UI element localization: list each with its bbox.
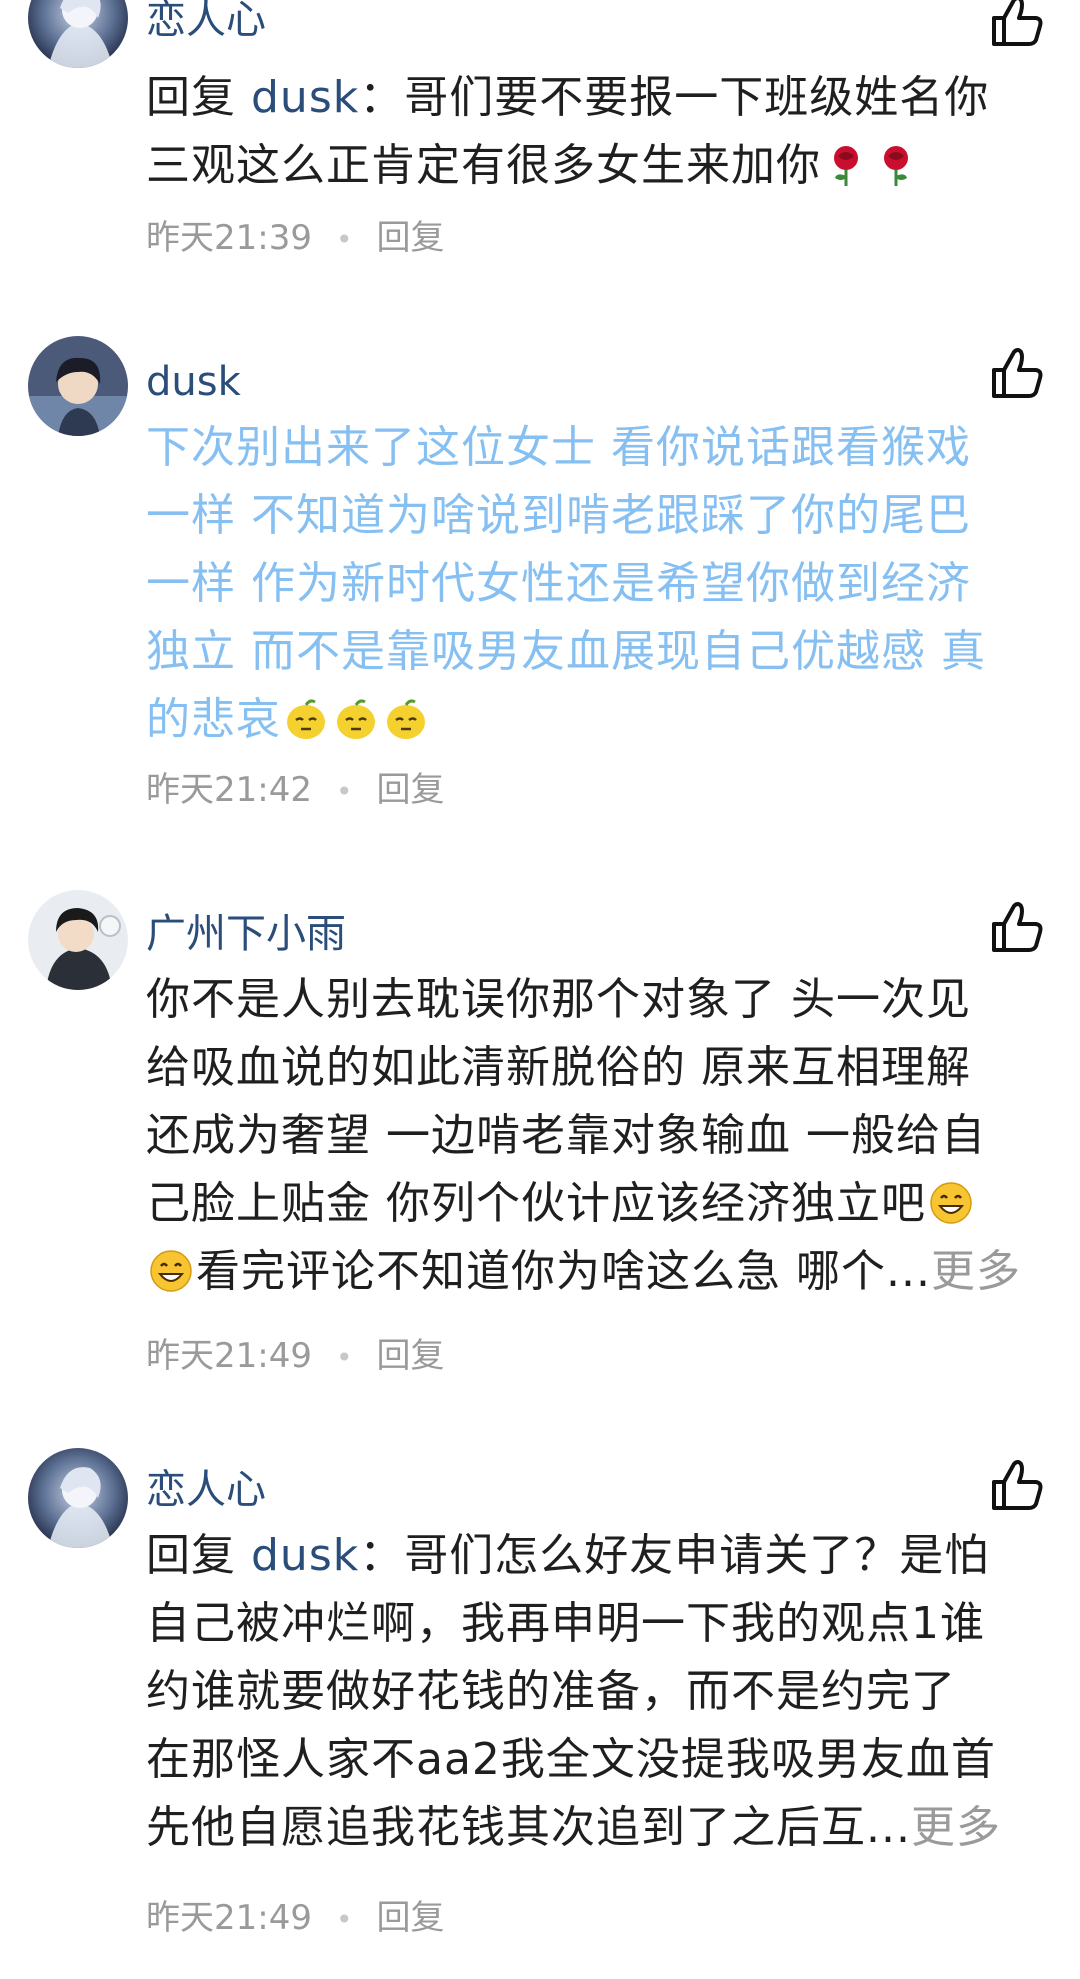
reply-prefix: 回复	[146, 72, 251, 123]
separator-dot: •	[335, 1903, 353, 1936]
avatar[interactable]	[28, 336, 128, 436]
more-link[interactable]: 更多	[911, 1802, 1001, 1853]
separator-dot: •	[335, 775, 353, 808]
comment-line: 先他自愿追我花钱其次追到了之后互...	[146, 1802, 911, 1853]
lemon-face-icon	[383, 696, 429, 742]
anime-dark-hair-avatar-icon	[28, 336, 128, 436]
thumbs-up-icon	[992, 902, 1043, 952]
comment-line: 约谁就要做好花钱的准备，而不是约完了	[146, 1666, 956, 1717]
grin-icon	[148, 1248, 194, 1294]
reply-button[interactable]: 回复	[377, 1336, 445, 1376]
comment-line: 给吸血说的如此清新脱俗的 原来互相理解	[146, 1042, 971, 1093]
rose-icon	[873, 142, 919, 188]
comment-meta: 昨天21:49 • 回复	[146, 1334, 445, 1380]
separator-dot: •	[335, 223, 353, 256]
comment-text: 回复 dusk：哥们怎么好友申请关了？是怕 自己被冲烂啊，我再申明一下我的观点1…	[146, 1522, 1051, 1862]
separator-dot: •	[335, 1341, 353, 1374]
comment-item: 恋人心 回复 dusk：哥们要不要报一下班级姓名你 三观这么正肯定有很多女生来加…	[0, 0, 1080, 260]
reply-to-user[interactable]: dusk	[251, 72, 359, 123]
anime-white-hair-avatar-icon	[28, 1448, 128, 1548]
like-button[interactable]	[988, 898, 1046, 956]
username[interactable]: 恋人心	[146, 1464, 266, 1516]
avatar[interactable]	[28, 0, 128, 68]
comment-line: 一样 不知道为啥说到啃老跟踩了你的尾巴	[146, 490, 971, 541]
reply-prefix: 回复	[146, 1530, 251, 1581]
comment-line: 己脸上贴金 你列个伙计应该经济独立吧	[146, 1178, 926, 1229]
timestamp: 昨天21:42	[146, 770, 312, 810]
comment-item: 广州下小雨 你不是人别去耽误你那个对象了 头一次见 给吸血说的如此清新脱俗的 原…	[0, 890, 1080, 1380]
reply-button[interactable]: 回复	[377, 218, 445, 258]
comment-text: 回复 dusk：哥们要不要报一下班级姓名你 三观这么正肯定有很多女生来加你	[146, 64, 1051, 200]
thumbs-up-icon	[992, 348, 1043, 398]
reply-to-user[interactable]: dusk	[251, 1530, 359, 1581]
like-button[interactable]	[988, 0, 1046, 50]
comment-meta: 昨天21:39 • 回复	[146, 216, 445, 262]
grin-icon	[928, 1180, 974, 1226]
more-link[interactable]: 更多	[931, 1246, 1021, 1297]
reply-button[interactable]: 回复	[377, 1898, 445, 1938]
avatar[interactable]	[28, 1448, 128, 1548]
username[interactable]: 广州下小雨	[146, 908, 346, 960]
like-button[interactable]	[988, 1456, 1046, 1514]
comment-line: 一样 作为新时代女性还是希望你做到经济	[146, 558, 971, 609]
comment-line: 看完评论不知道你为啥这么急 哪个...	[196, 1246, 931, 1297]
comment-line: 在那怪人家不aa2我全文没提我吸男友血首	[146, 1734, 996, 1785]
anime-white-hair-avatar-icon	[28, 0, 128, 68]
timestamp: 昨天21:39	[146, 218, 312, 258]
comment-item: dusk 下次别出来了这位女士 看你说话跟看猴戏 一样 不知道为啥说到啃老跟踩了…	[0, 336, 1080, 816]
comment-line: 你不是人别去耽误你那个对象了 头一次见	[146, 974, 971, 1025]
lemon-face-icon	[333, 696, 379, 742]
thumbs-up-icon	[992, 0, 1043, 46]
comment-text: 下次别出来了这位女士 看你说话跟看猴戏 一样 不知道为啥说到啃老跟踩了你的尾巴 …	[146, 414, 1051, 754]
comment-item: 恋人心 回复 dusk：哥们怎么好友申请关了？是怕 自己被冲烂啊，我再申明一下我…	[0, 1448, 1080, 1968]
comment-line: ：哥们要不要报一下班级姓名你	[359, 72, 990, 123]
thumbs-up-icon	[992, 1460, 1043, 1510]
username[interactable]: 恋人心	[146, 0, 266, 46]
username[interactable]: dusk	[146, 356, 241, 408]
comment-line: 下次别出来了这位女士 看你说话跟看猴戏	[146, 422, 971, 473]
comment-line: ：哥们怎么好友申请关了？是怕	[359, 1530, 990, 1581]
anime-hoodie-avatar-icon	[28, 890, 128, 990]
comment-line: 自己被冲烂啊，我再申明一下我的观点1谁	[146, 1598, 985, 1649]
comment-line: 独立 而不是靠吸男友血展现自己优越感 真	[146, 626, 986, 677]
comment-line: 三观这么正肯定有很多女生来加你	[146, 140, 821, 191]
comment-line: 还成为奢望 一边啃老靠对象输血 一般给自	[146, 1110, 986, 1161]
rose-icon	[823, 142, 869, 188]
comment-line: 的悲哀	[146, 694, 281, 745]
comment-meta: 昨天21:42 • 回复	[146, 768, 445, 814]
comment-meta: 昨天21:49 • 回复	[146, 1896, 445, 1942]
lemon-face-icon	[283, 696, 329, 742]
timestamp: 昨天21:49	[146, 1898, 312, 1938]
comment-text: 你不是人别去耽误你那个对象了 头一次见 给吸血说的如此清新脱俗的 原来互相理解 …	[146, 966, 1051, 1306]
timestamp: 昨天21:49	[146, 1336, 312, 1376]
reply-button[interactable]: 回复	[377, 770, 445, 810]
avatar[interactable]	[28, 890, 128, 990]
like-button[interactable]	[988, 344, 1046, 402]
